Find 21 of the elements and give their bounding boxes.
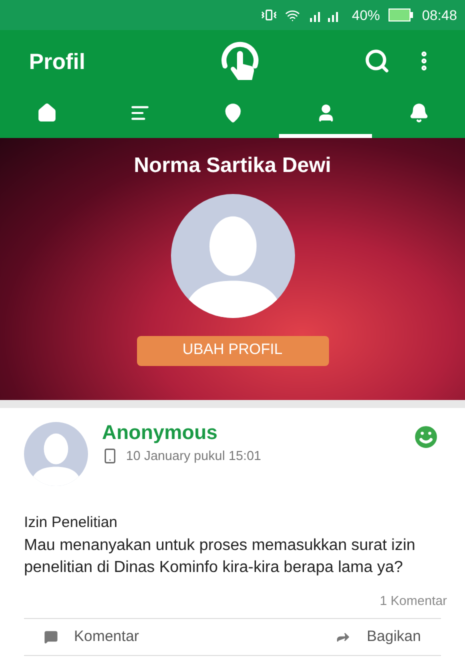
comment-count[interactable]: 1 Komentar [380, 590, 447, 610]
phone-icon [102, 448, 118, 464]
wifi-icon [284, 8, 300, 22]
post-body: Mau menanyakan untuk proses memasukkan surat izin penelitian di Dinas Kominfo kira-kira berapa lama ya? [24, 536, 416, 578]
screen-title: Profil [29, 48, 86, 76]
clock: 08:48 [422, 6, 457, 24]
post-date: 10 January pukul 15:01 [126, 447, 262, 465]
author-name: Anonymous [102, 422, 219, 444]
battery-percent: 40% [352, 6, 380, 24]
lines-icon [130, 103, 150, 123]
comment-button[interactable]: Komentar [44, 626, 140, 648]
post-title: Izin Penelitian [24, 513, 118, 533]
battery-icon [388, 8, 414, 22]
comment-icon [44, 630, 58, 644]
home-icon [36, 103, 56, 123]
bell-icon [408, 103, 428, 123]
location-pin-icon [222, 103, 242, 123]
share-button[interactable]: Bagikan [334, 626, 421, 648]
search-icon[interactable] [364, 48, 390, 74]
profile-name: Norma Sartika Dewi [134, 153, 332, 179]
vibrate-icon [260, 7, 277, 23]
